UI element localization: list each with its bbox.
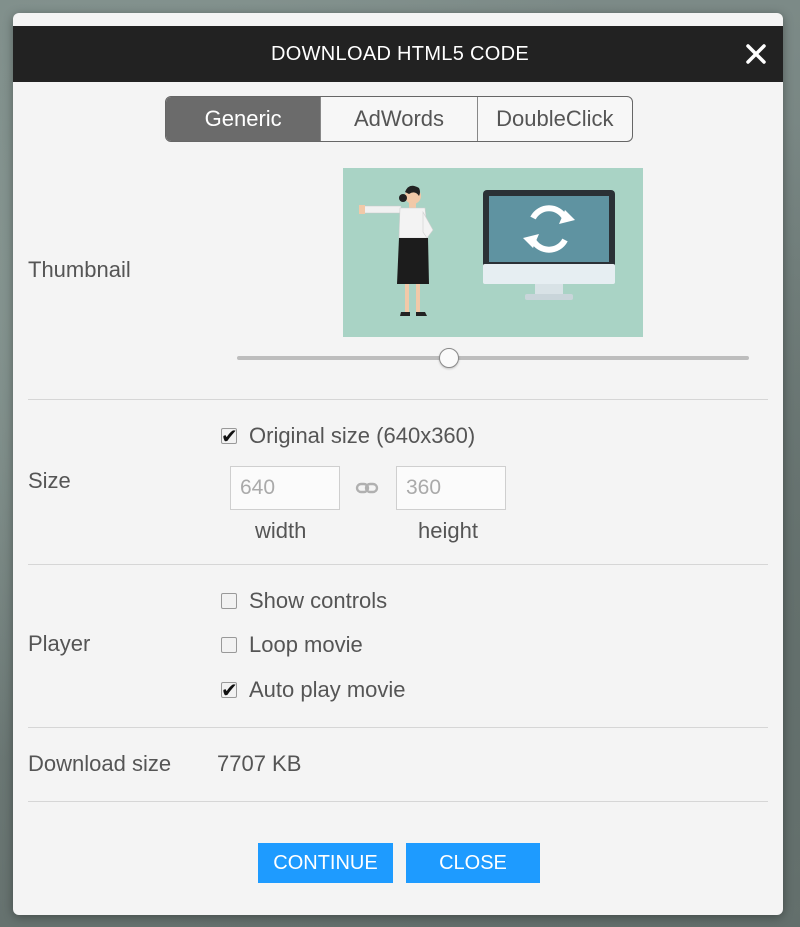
download-size-label: Download size — [28, 751, 172, 776]
loop-movie-checkbox[interactable] — [221, 637, 237, 653]
link-icon[interactable] — [355, 479, 379, 497]
format-tabs: Generic AdWords DoubleClick — [165, 96, 633, 142]
player-label: Player — [28, 631, 91, 656]
slider-track[interactable] — [237, 356, 749, 360]
width-input[interactable] — [230, 466, 340, 510]
dialog-titlebar: DOWNLOAD HTML5 CODE — [13, 26, 783, 82]
continue-button[interactable]: CONTINUE — [258, 843, 393, 883]
tab-doubleclick[interactable]: DoubleClick — [476, 97, 632, 141]
download-dialog: DOWNLOAD HTML5 CODE Generic AdWords Doub… — [13, 13, 783, 915]
thumbnail-illustration — [343, 168, 643, 337]
auto-play-checkbox[interactable]: ✔ — [221, 678, 238, 702]
original-size-label: Original size (640x360) — [249, 423, 476, 448]
slider-handle[interactable] — [438, 348, 459, 368]
show-controls-checkbox[interactable] — [221, 593, 237, 609]
width-caption: width — [255, 518, 307, 543]
divider — [28, 801, 768, 802]
tab-generic[interactable]: Generic — [166, 97, 321, 141]
show-controls-option[interactable]: Show controls — [221, 588, 387, 614]
loop-movie-label: Loop movie — [249, 632, 363, 657]
thumbnail-slider[interactable] — [237, 348, 749, 368]
dialog-title: DOWNLOAD HTML5 CODE — [271, 42, 529, 65]
height-input[interactable] — [396, 466, 506, 510]
loop-movie-option[interactable]: Loop movie — [221, 632, 363, 658]
auto-play-label: Auto play movie — [249, 677, 406, 702]
tab-adwords[interactable]: AdWords — [320, 97, 476, 141]
check-icon: ✔ — [221, 424, 238, 448]
thumbnail-image — [343, 168, 643, 337]
divider — [28, 399, 768, 400]
original-size-checkbox[interactable]: ✔ — [221, 424, 238, 448]
close-button[interactable]: CLOSE — [406, 843, 540, 883]
thumbnail-label: Thumbnail — [28, 257, 131, 282]
divider — [28, 564, 768, 565]
close-icon[interactable] — [742, 40, 770, 68]
height-caption: height — [418, 518, 478, 543]
monitor-illustration — [483, 190, 615, 300]
check-icon: ✔ — [221, 678, 238, 702]
size-label: Size — [28, 468, 71, 493]
download-size-value: 7707 KB — [217, 751, 302, 776]
auto-play-option[interactable]: ✔ Auto play movie — [221, 677, 406, 703]
show-controls-label: Show controls — [249, 588, 388, 613]
divider — [28, 727, 768, 728]
original-size-option[interactable]: ✔ Original size (640x360) — [221, 423, 475, 449]
